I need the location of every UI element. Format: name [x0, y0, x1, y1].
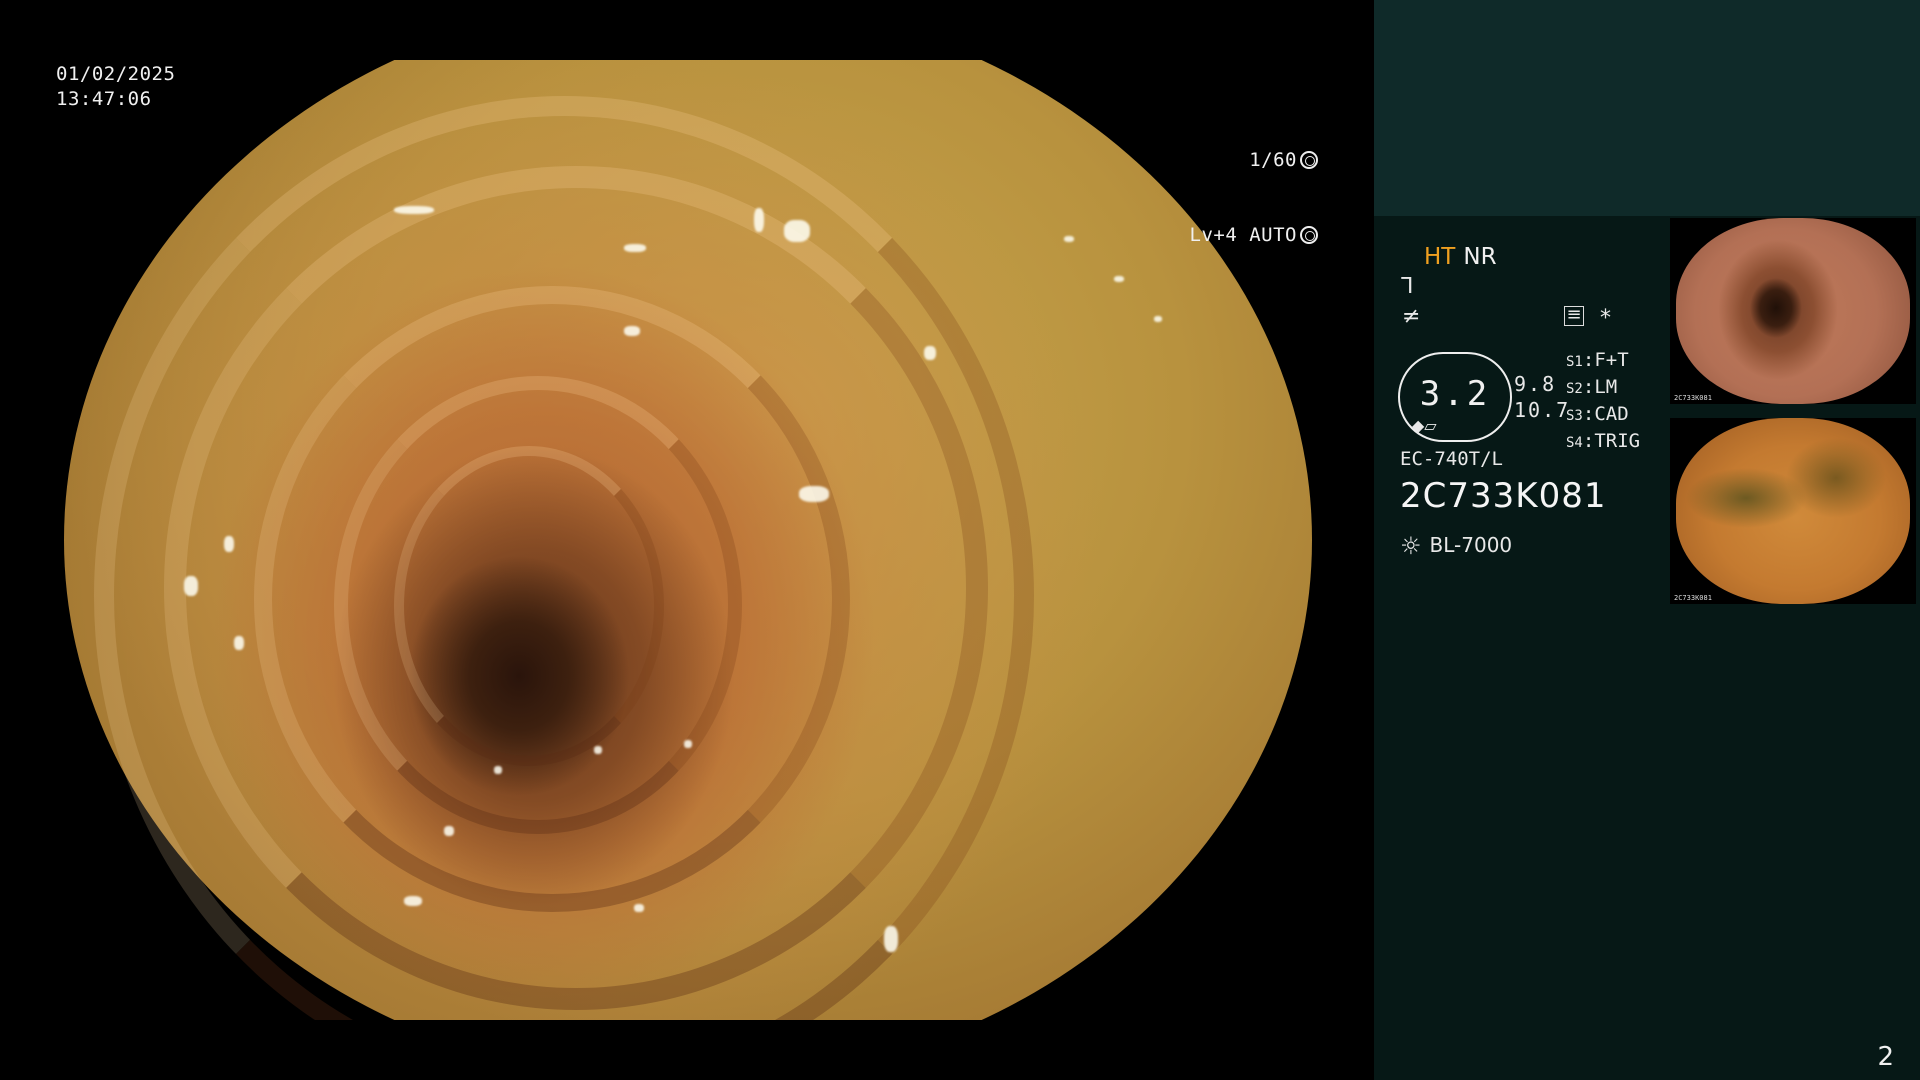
zoom-marker-icon: ◆▱: [1412, 416, 1437, 435]
zoom-value: 3.2: [1419, 374, 1491, 414]
value-b: 10.7: [1514, 398, 1571, 422]
colon-lumen-image: [64, 60, 1312, 1020]
light-source: ☼ BL-7000: [1400, 532, 1512, 560]
datetime-overlay: 01/02/2025 13:47:06: [56, 62, 175, 112]
scope-serial: 2C733K081: [1400, 476, 1607, 516]
panel-header-area: [1374, 0, 1920, 216]
thumbnail-image: [1676, 418, 1910, 604]
auto-iris-icon: [1300, 226, 1318, 244]
scope-model: EC-740T/L: [1400, 448, 1503, 470]
record-icon: ≡: [1564, 306, 1584, 326]
exposure-overlay: 1/60 Lv+4 AUTO: [1190, 98, 1318, 298]
date-text: 01/02/2025: [56, 63, 176, 85]
light-source-label: BL-7000: [1429, 533, 1513, 557]
mode-nr: NR: [1463, 244, 1497, 270]
asterisk-icon: *: [1600, 306, 1611, 331]
light-source-icon: ☼: [1400, 532, 1422, 560]
time-text: 13:47:06: [56, 88, 152, 110]
thumbnail-capture-2[interactable]: 2C733K081: [1670, 418, 1916, 604]
switch-item: S4:TRIG: [1566, 430, 1641, 452]
endoscopic-image: [64, 60, 1312, 1020]
structure-enhance-icon: ᒣ: [1400, 274, 1414, 299]
exposure-text: AUTO: [1249, 224, 1297, 246]
thumbnail-capture-1[interactable]: 2C733K081: [1670, 218, 1916, 404]
color-enhance-icon: ≠: [1402, 304, 1421, 329]
switch-item: S2:LM: [1566, 376, 1618, 398]
mode-ht: HT: [1424, 244, 1456, 270]
switch-item: S1:F+T: [1566, 349, 1629, 371]
shutter-text: 1/60: [1249, 149, 1297, 171]
switch-list: S1:F+T S2:LM S3:CAD S4:TRIG: [1566, 348, 1640, 456]
thumbnail-label: 2C733K081: [1674, 394, 1712, 402]
image-mode: HT NR: [1424, 244, 1497, 270]
thumbnail-image: [1676, 218, 1910, 404]
switch-item: S3:CAD: [1566, 403, 1629, 425]
thumbnail-label: 2C733K081: [1674, 594, 1712, 602]
value-a: 9.8: [1514, 372, 1557, 396]
shutter-icon: [1300, 151, 1318, 169]
level-text: Lv+4: [1189, 224, 1238, 246]
endoscope-view: 01/02/2025 13:47:06 1/60 Lv+4 AUTO: [0, 0, 1372, 1080]
page-number: 2: [1877, 1042, 1894, 1072]
